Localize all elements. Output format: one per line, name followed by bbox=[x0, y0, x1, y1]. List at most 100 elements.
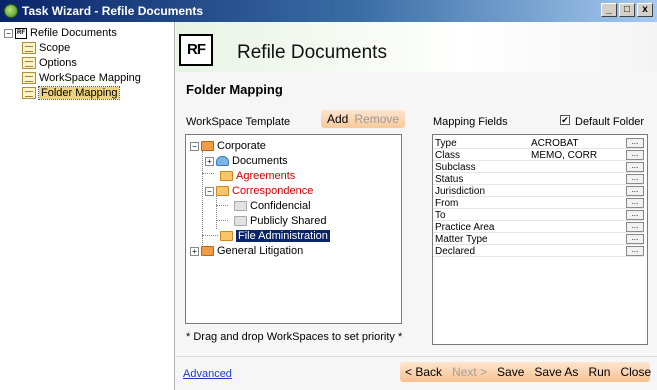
next-button[interactable]: Next > bbox=[447, 365, 492, 379]
footer-divider bbox=[176, 356, 657, 357]
remove-button[interactable]: Remove bbox=[354, 112, 399, 126]
mapping-field-name: Status bbox=[435, 173, 464, 185]
default-folder-label: Default Folder bbox=[575, 116, 645, 128]
save-button[interactable]: Save bbox=[492, 365, 529, 379]
step-icon bbox=[22, 87, 36, 99]
mapping-row-to[interactable]: To ... bbox=[433, 210, 644, 221]
mapping-field-name: Practice Area bbox=[435, 221, 495, 233]
ws-node-confidencial[interactable]: Confidencial bbox=[234, 199, 311, 213]
field-browse-button[interactable]: ... bbox=[626, 186, 644, 196]
sidebar-item-workspace-mapping[interactable]: WorkSpace Mapping bbox=[22, 71, 141, 85]
field-browse-button[interactable]: ... bbox=[626, 246, 644, 256]
expand-icon[interactable]: + bbox=[190, 246, 199, 256]
save-as-button[interactable]: Save As bbox=[529, 365, 583, 379]
drag-hint: * Drag and drop WorkSpaces to set priori… bbox=[186, 331, 403, 343]
ws-node-corporate[interactable]: − Corporate bbox=[190, 139, 266, 153]
mapping-row-jurisdiction[interactable]: Jurisdiction ... bbox=[433, 186, 644, 197]
mapping-row-from[interactable]: From ... bbox=[433, 198, 644, 209]
mapping-row-practice-area[interactable]: Practice Area ... bbox=[433, 222, 644, 233]
workspace-template-label: WorkSpace Template bbox=[186, 116, 291, 128]
ws-node-label: File Administration bbox=[236, 230, 330, 242]
ws-node-correspondence[interactable]: − Correspondence bbox=[205, 184, 313, 198]
ws-node-publicly-shared[interactable]: Publicly Shared bbox=[234, 214, 326, 228]
folder-icon bbox=[201, 246, 214, 256]
app-icon bbox=[4, 4, 18, 18]
workspace-tree[interactable]: − Corporate + Documents Agreements − Cor… bbox=[185, 134, 402, 324]
mapping-field-name: Type bbox=[435, 137, 457, 149]
mapping-row-type[interactable]: Type ACROBAT ... bbox=[433, 138, 644, 149]
default-folder-checkbox[interactable]: ✔ bbox=[560, 115, 570, 125]
add-remove-buttons: Add Remove bbox=[321, 110, 406, 128]
collapse-icon[interactable]: − bbox=[205, 186, 214, 196]
window-controls: _ □ x bbox=[601, 3, 653, 17]
mapping-row-class[interactable]: Class MEMO, CORR ... bbox=[433, 150, 644, 161]
window-title: Task Wizard - Refile Documents bbox=[22, 4, 204, 18]
mapping-field-value: MEMO, CORR bbox=[531, 149, 598, 161]
sidebar-item-label: Options bbox=[39, 57, 77, 69]
sidebar-item-options[interactable]: Options bbox=[22, 56, 77, 70]
back-button[interactable]: < Back bbox=[400, 365, 447, 379]
mapping-row-subclass[interactable]: Subclass ... bbox=[433, 162, 644, 173]
folder-icon bbox=[220, 171, 233, 181]
page-title: Refile Documents bbox=[237, 42, 387, 63]
mapping-field-name: From bbox=[435, 197, 459, 209]
field-browse-button[interactable]: ... bbox=[626, 210, 644, 220]
close-button[interactable]: Close bbox=[615, 365, 656, 379]
field-browse-button[interactable]: ... bbox=[626, 198, 644, 208]
field-browse-button[interactable]: ... bbox=[626, 174, 644, 184]
mapping-row-declared[interactable]: Declared ... bbox=[433, 246, 644, 257]
cloud-folder-icon bbox=[216, 156, 229, 166]
mapping-row-matter-type[interactable]: Matter Type ... bbox=[433, 234, 644, 245]
mapping-field-name: Class bbox=[435, 149, 461, 161]
section-title: Folder Mapping bbox=[186, 82, 283, 97]
sidebar-item-label: Folder Mapping bbox=[37, 86, 121, 100]
ws-node-label: Documents bbox=[232, 155, 288, 167]
ws-node-label: General Litigation bbox=[217, 245, 304, 257]
sidebar-item-label: WorkSpace Mapping bbox=[39, 72, 141, 84]
mapping-field-name: Matter Type bbox=[435, 233, 488, 245]
field-browse-button[interactable]: ... bbox=[626, 162, 644, 172]
field-browse-button[interactable]: ... bbox=[626, 222, 644, 232]
ws-node-label: Corporate bbox=[217, 140, 266, 152]
add-button[interactable]: Add bbox=[327, 112, 348, 126]
mapping-row-status[interactable]: Status ... bbox=[433, 174, 644, 185]
maximize-button[interactable]: □ bbox=[619, 3, 635, 17]
refile-icon: RF bbox=[15, 27, 27, 39]
mapping-field-name: Subclass bbox=[435, 161, 476, 173]
step-icon bbox=[22, 42, 36, 54]
advanced-link[interactable]: Advanced bbox=[183, 368, 232, 380]
sidebar-item-scope[interactable]: Scope bbox=[22, 41, 70, 55]
ws-node-label: Correspondence bbox=[232, 185, 314, 197]
ws-node-label: Confidencial bbox=[250, 200, 311, 212]
collapse-icon[interactable]: − bbox=[4, 28, 13, 38]
folder-icon bbox=[216, 186, 229, 196]
ws-node-general-litigation[interactable]: + General Litigation bbox=[190, 244, 303, 258]
ws-node-file-administration[interactable]: File Administration bbox=[220, 229, 330, 243]
run-button[interactable]: Run bbox=[583, 365, 615, 379]
minimize-button[interactable]: _ bbox=[601, 3, 617, 17]
field-browse-button[interactable]: ... bbox=[626, 138, 644, 148]
rf-logo: RF bbox=[179, 34, 213, 66]
expand-icon[interactable]: + bbox=[205, 156, 214, 166]
sidebar-root[interactable]: − RF Refile Documents bbox=[4, 26, 117, 40]
sidebar-item-label: Scope bbox=[39, 42, 71, 54]
close-window-button[interactable]: x bbox=[637, 3, 653, 17]
mapping-field-name: Jurisdiction bbox=[435, 185, 486, 197]
wizard-navigation: − RF Refile Documents Scope Options Work… bbox=[0, 22, 175, 390]
field-browse-button[interactable]: ... bbox=[626, 234, 644, 244]
collapse-icon[interactable]: − bbox=[190, 141, 199, 151]
sidebar-item-folder-mapping[interactable]: Folder Mapping bbox=[22, 86, 121, 100]
mapping-field-name: Declared bbox=[435, 245, 476, 257]
sidebar-root-label: Refile Documents bbox=[30, 27, 117, 39]
title-bar: Task Wizard - Refile Documents _ □ x bbox=[0, 0, 657, 22]
ws-node-agreements[interactable]: Agreements bbox=[220, 169, 295, 183]
ws-node-label: Publicly Shared bbox=[250, 215, 327, 227]
field-browse-button[interactable]: ... bbox=[626, 150, 644, 160]
ws-node-documents[interactable]: + Documents bbox=[205, 154, 288, 168]
mapping-fields-grid[interactable]: Type ACROBAT ... Class MEMO, CORR ... Su… bbox=[432, 134, 648, 345]
ws-node-label: Agreements bbox=[236, 170, 296, 182]
mapping-field-value: ACROBAT bbox=[531, 137, 579, 149]
folder-icon bbox=[220, 231, 233, 241]
step-icon bbox=[22, 57, 36, 69]
step-icon bbox=[22, 72, 36, 84]
